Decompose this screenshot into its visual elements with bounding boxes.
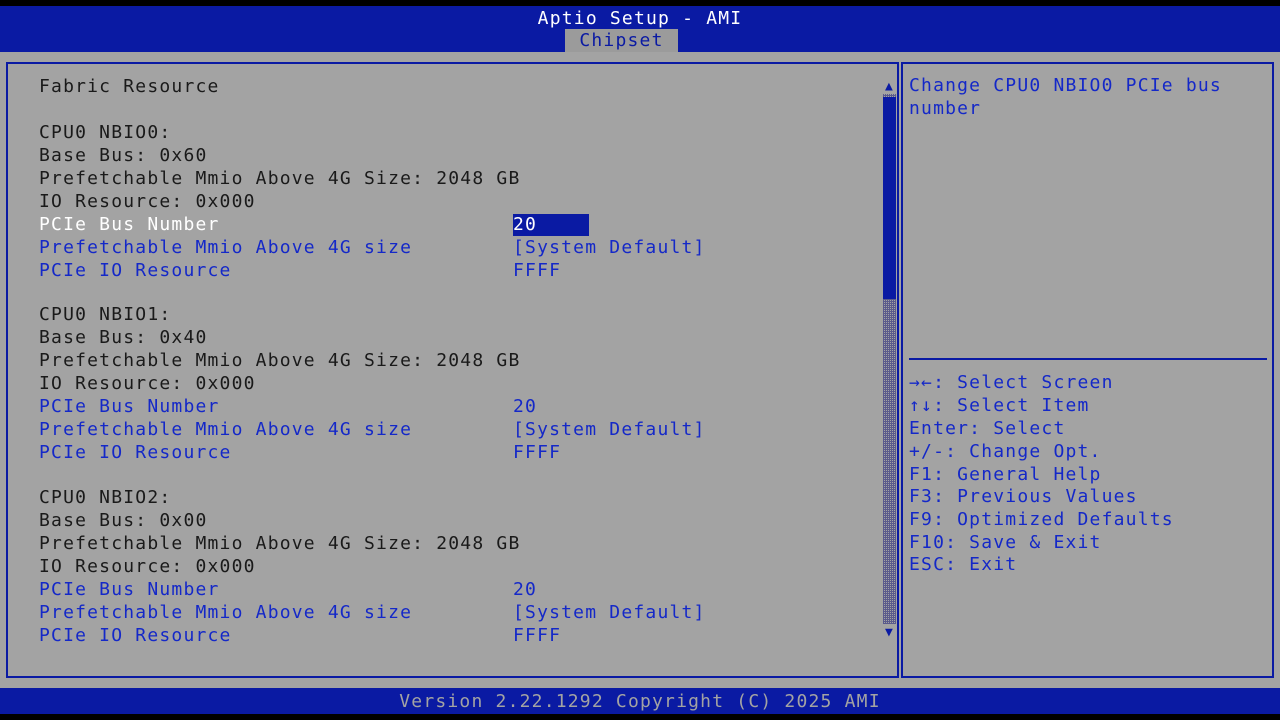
mmio-size-option-value[interactable]: [System Default]: [513, 602, 706, 624]
pcie-io-resource-label[interactable]: PCIe IO Resource: [39, 442, 232, 464]
pcie-io-resource-label[interactable]: PCIe IO Resource: [39, 260, 232, 282]
pcie-bus-number-value[interactable]: 20: [513, 579, 537, 601]
io-resource-info: IO Resource: 0x000: [39, 556, 256, 577]
main-area: Fabric Resource CPU0 NBIO0: Base Bus: 0x…: [0, 52, 1280, 688]
key-hint: F1: General Help: [909, 464, 1102, 485]
mmio-size-option-value[interactable]: [System Default]: [513, 237, 706, 259]
tab-chipset[interactable]: Chipset: [565, 29, 678, 52]
base-bus-info: Base Bus: 0x60: [39, 145, 208, 166]
scroll-down-arrow-icon[interactable]: ▼: [881, 626, 898, 640]
pcie-io-resource-value[interactable]: FFFF: [513, 625, 561, 647]
nbio-heading: CPU0 NBIO1:: [39, 304, 172, 325]
key-hint: ESC: Exit: [909, 554, 1018, 575]
pcie-io-resource-value[interactable]: FFFF: [513, 442, 561, 464]
base-bus-info: Base Bus: 0x40: [39, 327, 208, 348]
mmio-size-info: Prefetchable Mmio Above 4G Size: 2048 GB: [39, 350, 521, 371]
pcie-io-resource-value[interactable]: FFFF: [513, 260, 561, 282]
base-bus-info: Base Bus: 0x00: [39, 510, 208, 531]
pcie-io-resource-label[interactable]: PCIe IO Resource: [39, 625, 232, 647]
help-divider: [909, 358, 1267, 360]
key-hint: Enter: Select: [909, 418, 1066, 439]
help-text-line: Change CPU0 NBIO0 PCIe bus: [909, 75, 1222, 96]
settings-panel: Fabric Resource CPU0 NBIO0: Base Bus: 0x…: [6, 62, 899, 678]
help-panel: [901, 62, 1274, 678]
pcie-bus-number-value[interactable]: 20: [513, 396, 537, 418]
help-text-line: number: [909, 98, 982, 119]
mmio-size-option-label[interactable]: Prefetchable Mmio Above 4G size: [39, 237, 412, 259]
nbio-heading: CPU0 NBIO2:: [39, 487, 172, 508]
mmio-size-option-value[interactable]: [System Default]: [513, 419, 706, 441]
mmio-size-info: Prefetchable Mmio Above 4G Size: 2048 GB: [39, 533, 521, 554]
key-hint: →←: Select Screen: [909, 372, 1114, 393]
pcie-bus-number-input[interactable]: 20: [513, 214, 589, 236]
pcie-bus-number-label[interactable]: PCIe Bus Number: [39, 396, 220, 418]
bottom-border: [0, 714, 1280, 720]
scrollbar-thumb[interactable]: [883, 97, 896, 299]
section-title: Fabric Resource: [39, 76, 220, 97]
key-hint: F3: Previous Values: [909, 486, 1138, 507]
key-hint: +/-: Change Opt.: [909, 441, 1102, 462]
io-resource-info: IO Resource: 0x000: [39, 373, 256, 394]
pcie-bus-number-label[interactable]: PCIe Bus Number: [39, 579, 220, 601]
nbio-heading: CPU0 NBIO0:: [39, 122, 172, 143]
key-hint: F10: Save & Exit: [909, 532, 1102, 553]
scroll-up-arrow-icon[interactable]: ▲: [881, 80, 898, 94]
mmio-size-option-label[interactable]: Prefetchable Mmio Above 4G size: [39, 602, 412, 624]
pcie-bus-number-label-selected[interactable]: PCIe Bus Number: [39, 214, 220, 236]
mmio-size-option-label[interactable]: Prefetchable Mmio Above 4G size: [39, 419, 412, 441]
key-hint: F9: Optimized Defaults: [909, 509, 1174, 530]
io-resource-info: IO Resource: 0x000: [39, 191, 256, 212]
mmio-size-info: Prefetchable Mmio Above 4G Size: 2048 GB: [39, 168, 521, 189]
header-bar: Aptio Setup - AMI Chipset: [0, 6, 1280, 52]
footer-version: Version 2.22.1292 Copyright (C) 2025 AMI: [0, 688, 1280, 714]
app-title: Aptio Setup - AMI: [537, 8, 743, 29]
key-hint: ↑↓: Select Item: [909, 395, 1090, 416]
